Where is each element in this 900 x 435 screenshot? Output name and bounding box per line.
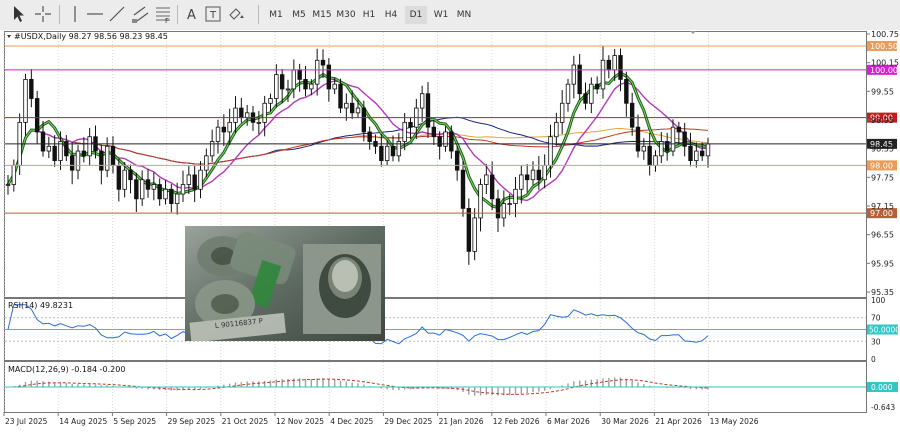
date-tick-label: 13 May 2026	[710, 417, 759, 426]
price-level-label: 100.50	[870, 42, 898, 51]
svg-text:F: F	[165, 17, 169, 25]
price-tick-label: 100.75	[871, 30, 899, 39]
rsi-tick-label: 100	[871, 296, 886, 305]
date-tick-label: 4 Dec 2025	[330, 417, 373, 426]
timeframe-h4[interactable]: H4	[380, 6, 402, 24]
timeframe-m30[interactable]: M30	[334, 6, 358, 24]
date-tick-label: 21 Apr 2026	[655, 417, 702, 426]
macd-tick-label: -0.643	[871, 403, 895, 412]
timeframe-m5[interactable]: M5	[288, 6, 310, 24]
price-tick-label: 98.95	[871, 116, 894, 125]
equidistant-channel-icon[interactable]	[130, 3, 152, 25]
money-rolls-image: L 90116837 P	[185, 226, 385, 343]
toolbar: F A T M1 M5 M15 M30 H1 H4 D1 W1 MN	[0, 0, 900, 31]
trendline-icon[interactable]	[106, 3, 128, 25]
fibonacci-icon[interactable]: F	[152, 3, 174, 25]
price-tick-label: 98.35	[871, 145, 894, 154]
timeframe-d1[interactable]: D1	[405, 6, 427, 24]
rsi-tick-label: 0	[871, 355, 876, 364]
price-chart[interactable]: 100.50100.0099.0098.4598.0097.00 100.751…	[0, 30, 900, 431]
date-tick-label: 21 Oct 2025	[222, 417, 269, 426]
timeframe-m15[interactable]: M15	[310, 6, 334, 24]
chart-window[interactable]: 100.50 100.00 99.00 98.45 98.00 97.00 100.75 1…	[0, 30, 900, 431]
rsi-value-label: 50.0000	[869, 326, 900, 335]
trading-terminal: F A T M1 M5 M15 M30 H1 H4 D1 W1 MN 100.5…	[0, 0, 900, 431]
text-tool-icon[interactable]: A	[182, 3, 204, 25]
chart-header: #USDX,Daily 98.27 98.56 98.23 98.45	[14, 32, 168, 41]
svg-text:A: A	[187, 8, 196, 23]
rsi-tick-label: 70	[871, 314, 881, 323]
cursor-icon[interactable]	[8, 3, 30, 25]
horizontal-line-icon[interactable]	[84, 3, 106, 25]
price-tick-label: 95.95	[871, 259, 894, 268]
date-tick-label: 29 Sep 2025	[168, 417, 216, 426]
date-tick-label: 14 Aug 2025	[59, 417, 107, 426]
date-tick-label: 6 Mar 2026	[547, 417, 590, 426]
crosshair-icon[interactable]	[32, 3, 54, 25]
date-tick-label: 23 Jul 2025	[5, 417, 48, 426]
date-tick-label: 12 Feb 2026	[493, 417, 540, 426]
timeframe-h1[interactable]: H1	[358, 6, 380, 24]
date-tick-label: 21 Jan 2026	[439, 417, 484, 426]
timeframe-w1[interactable]: W1	[429, 6, 453, 24]
vertical-line-icon[interactable]	[64, 3, 86, 25]
date-tick-label: 12 Nov 2025	[276, 417, 324, 426]
price-tick-label: 96.55	[871, 231, 894, 240]
date-tick-label: 30 Mar 2026	[601, 417, 649, 426]
date-tick-label: 29 Dec 2025	[384, 417, 432, 426]
candle	[338, 78, 343, 114]
macd-zero-label: 0.000	[871, 383, 893, 392]
price-tick-label: 97.75	[871, 173, 894, 182]
price-level-label: 98.00	[870, 161, 893, 170]
svg-text:T: T	[209, 10, 217, 21]
shapes-icon[interactable]	[226, 3, 248, 25]
rsi-header: RSI(14) 49.8231	[8, 301, 73, 310]
price-tick-label: 99.55	[871, 87, 894, 96]
text-label-icon[interactable]: T	[202, 3, 224, 25]
date-tick-label: 5 Sep 2025	[113, 417, 156, 426]
timeframe-m1[interactable]: M1	[264, 6, 288, 24]
rsi-tick-label: 30	[871, 337, 881, 346]
macd-header: MACD(12,26,9) -0.184 -0.200	[8, 365, 125, 374]
price-tick-label: 100.15	[871, 59, 899, 68]
timeframe-mn[interactable]: MN	[453, 6, 475, 24]
price-tick-label: 97.15	[871, 202, 894, 211]
